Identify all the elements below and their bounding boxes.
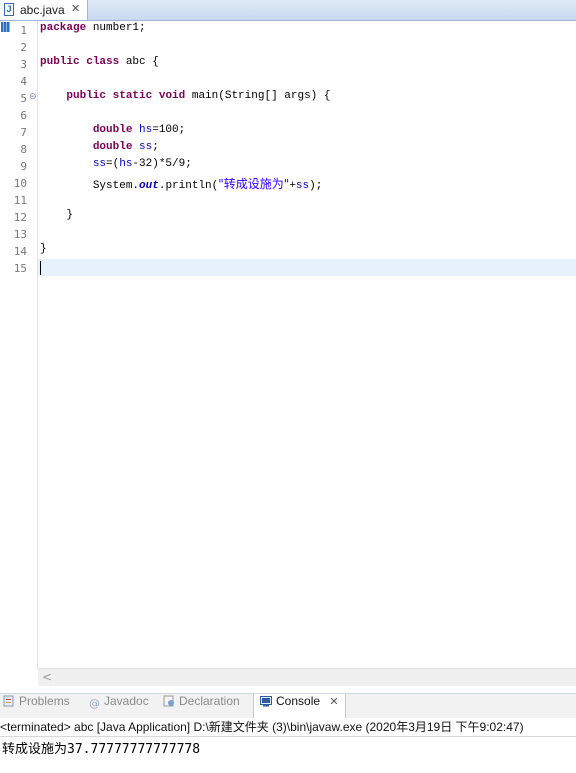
tab-javadoc[interactable]: @ Javadoc bbox=[89, 694, 149, 718]
line-number: 8 bbox=[20, 143, 27, 156]
views-tab-bar: Problems @ Javadoc Declaration Console ✕ bbox=[0, 693, 576, 718]
keyword: class bbox=[86, 56, 120, 68]
close-icon[interactable]: ✕ bbox=[329, 696, 338, 708]
keyword: double bbox=[92, 124, 133, 136]
code-text: .println( bbox=[158, 180, 219, 192]
code-line-3: public class abc { bbox=[40, 56, 159, 73]
declaration-icon bbox=[163, 695, 175, 707]
console-icon bbox=[260, 695, 272, 707]
divider bbox=[0, 736, 576, 737]
variable: hs bbox=[119, 158, 133, 170]
console-output-value: 37.77777777777778 bbox=[67, 742, 201, 757]
code-text: number1; bbox=[86, 22, 146, 34]
tab-label: Problems bbox=[19, 694, 70, 708]
line-number: 2 bbox=[20, 41, 27, 54]
variable: hs bbox=[139, 124, 153, 136]
code-text: abc { bbox=[119, 56, 159, 68]
code-text-area[interactable]: package number1; public class abc { publ… bbox=[40, 21, 576, 669]
console-output-label: 转成设施为 bbox=[2, 742, 68, 757]
variable: ss bbox=[295, 180, 310, 192]
keyword: public bbox=[66, 90, 107, 102]
code-text: } bbox=[40, 243, 47, 255]
line-number: 13 bbox=[13, 228, 27, 241]
tab-console[interactable]: Console ✕ bbox=[253, 694, 346, 718]
horizontal-scrollbar[interactable]: < bbox=[38, 668, 576, 686]
code-line-1: package number1; bbox=[40, 22, 146, 39]
tab-declaration[interactable]: Declaration bbox=[163, 694, 240, 718]
code-line-12: } bbox=[40, 209, 73, 226]
keyword: package bbox=[40, 22, 87, 34]
tab-label: Console bbox=[276, 694, 321, 708]
code-text: =100; bbox=[152, 124, 186, 136]
line-number: 7 bbox=[20, 126, 27, 139]
tab-label: Javadoc bbox=[104, 694, 149, 708]
code-line-14: } bbox=[40, 243, 47, 260]
editor-tab-label: abc.java bbox=[20, 3, 65, 17]
keyword: public bbox=[40, 56, 80, 68]
editor-tab-abc-java[interactable]: J abc.java ✕ bbox=[0, 0, 88, 20]
code-text: System. bbox=[92, 180, 140, 192]
text-caret bbox=[40, 261, 41, 275]
line-number: 14 bbox=[13, 245, 27, 258]
line-number: 15 bbox=[13, 262, 27, 275]
code-line-9: ss=(hs-32)*5/9; bbox=[40, 158, 192, 175]
code-line-10: System.out.println("转成设施为"+ss); bbox=[40, 175, 323, 192]
javadoc-icon: @ bbox=[89, 697, 100, 710]
close-icon[interactable]: ✕ bbox=[71, 2, 80, 15]
code-text: main(String[] args) { bbox=[185, 90, 331, 102]
line-number: 3 bbox=[20, 58, 27, 71]
line-number: 11 bbox=[13, 194, 27, 207]
line-number: 12 bbox=[13, 211, 27, 224]
code-text: + bbox=[289, 180, 296, 192]
ruler-marker bbox=[1, 22, 10, 32]
string-literal: "转成设施为" bbox=[218, 177, 290, 191]
code-editor[interactable]: 1 2 3 4 5 ⊖ 6 7 8 9 10 11 12 13 14 15 pa… bbox=[0, 21, 576, 686]
keyword: void bbox=[158, 90, 186, 102]
code-text: ); bbox=[309, 180, 323, 192]
code-line-8: double ss; bbox=[40, 141, 159, 158]
variable: ss bbox=[139, 141, 153, 153]
console-output[interactable]: 转成设施为37.77777777777778 bbox=[2, 738, 201, 757]
console-header: <terminated> abc [Java Application] D:\新… bbox=[0, 720, 524, 734]
code-line-5: public static void main(String[] args) { bbox=[40, 90, 330, 107]
problems-icon bbox=[3, 695, 15, 707]
line-number: 4 bbox=[20, 75, 27, 88]
code-text: -32)*5/9; bbox=[132, 158, 192, 170]
code-text: =( bbox=[106, 158, 120, 170]
overview-ruler bbox=[0, 21, 11, 669]
static-field: out bbox=[139, 180, 159, 192]
editor-tab-bar: J abc.java ✕ bbox=[0, 0, 576, 21]
line-number: 9 bbox=[20, 160, 27, 173]
variable: ss bbox=[92, 158, 107, 170]
line-number: 1 bbox=[20, 24, 27, 37]
code-text: ; bbox=[152, 141, 159, 153]
fold-collapse-icon[interactable]: ⊖ bbox=[29, 92, 37, 102]
line-number: 6 bbox=[20, 109, 27, 122]
keyword: double bbox=[92, 141, 133, 153]
line-number-gutter: 1 2 3 4 5 ⊖ 6 7 8 9 10 11 12 13 14 15 bbox=[11, 21, 38, 669]
line-number: 10 bbox=[13, 177, 27, 190]
keyword: static bbox=[112, 90, 153, 102]
scroll-left-arrow-icon[interactable]: < bbox=[42, 669, 52, 686]
code-line-7: double hs=100; bbox=[40, 124, 185, 141]
tab-problems[interactable]: Problems bbox=[3, 694, 70, 718]
code-text: } bbox=[66, 209, 74, 221]
line-number: 5 bbox=[20, 92, 27, 105]
java-file-icon: J bbox=[4, 3, 14, 16]
tab-label: Declaration bbox=[179, 694, 240, 708]
